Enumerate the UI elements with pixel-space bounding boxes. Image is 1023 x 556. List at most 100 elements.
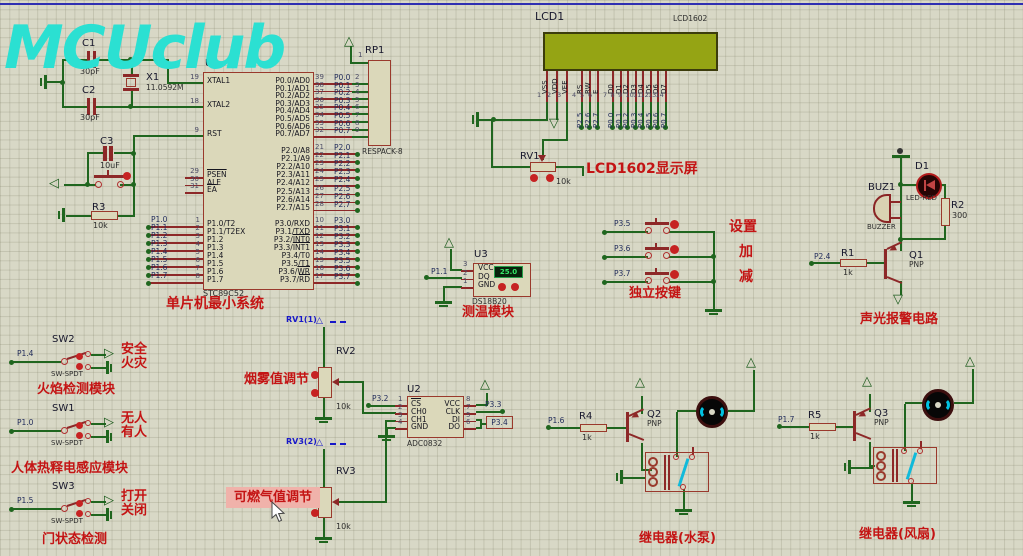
key-stem-icon (655, 268, 657, 272)
pot-rv1-body[interactable] (530, 162, 556, 172)
temp-decrease-button[interactable] (511, 283, 519, 291)
net-terminal-dot (355, 183, 360, 189)
net-terminal-dot (355, 167, 360, 173)
pot-rv3-value: 10k (336, 522, 351, 531)
led-ref: D1 (915, 161, 930, 172)
transistor-lead-icon (628, 433, 645, 441)
wire (866, 262, 886, 264)
net-terminal-dot (355, 159, 360, 165)
junction-dot (809, 261, 814, 266)
resistor-r2-body[interactable] (941, 198, 950, 226)
respack-ref: RP1 (365, 45, 385, 56)
switch-toggle-button (76, 363, 83, 370)
pin-name: EA (207, 185, 217, 194)
alarm-caption: 声光报警电路 (860, 312, 939, 327)
adc-part: ADC0832 (407, 439, 443, 448)
wire (338, 501, 386, 503)
rv2-decrease-button[interactable] (311, 389, 319, 397)
junction-dot (898, 237, 903, 242)
wire (64, 184, 96, 186)
wire (378, 435, 395, 438)
wire (911, 484, 913, 502)
net-label-p3-3: P3.3 (485, 400, 502, 409)
wire (901, 238, 946, 240)
pot-rv3-body[interactable] (318, 487, 332, 518)
net-label: P2.7 (334, 199, 351, 209)
net-label-p1-7: P1.7 (778, 415, 795, 424)
net-label-p3-2: P3.2 (372, 394, 389, 403)
wire (556, 166, 584, 168)
net-terminal-dot (355, 264, 360, 270)
wire (91, 436, 106, 438)
pot-rv1-value: 10k (556, 177, 571, 186)
junction-dot (546, 425, 551, 430)
net-label: P3.6 (614, 244, 631, 253)
key-stem-icon (655, 243, 657, 247)
wire (323, 327, 325, 368)
wire (669, 256, 715, 258)
net-label: P3.7 (614, 269, 631, 278)
respack-value: RESPACK-8 (362, 147, 403, 156)
switch-ref: SW2 (52, 334, 75, 345)
wire (323, 517, 325, 538)
wire (907, 505, 916, 507)
lcd-pin-number: 3 (557, 91, 562, 99)
switch-ref: SW3 (52, 481, 75, 492)
cap3-value: 10uF (100, 161, 120, 170)
resistor-r4-body[interactable] (580, 424, 607, 432)
rv2-increase-button[interactable] (311, 371, 319, 379)
pot-rv2-body[interactable] (318, 367, 332, 398)
net-label-p2-4: P2.4 (814, 252, 831, 261)
resistor-r5-body[interactable] (809, 423, 836, 431)
wire (439, 305, 448, 307)
lcd-caption: LCD1602显示屏 (586, 161, 698, 177)
lcd-pin-number: 2 (547, 91, 552, 99)
ground-bar-icon (106, 361, 109, 374)
net-terminal-dot (355, 232, 360, 238)
resistor-r4-value: 1k (582, 433, 592, 442)
transistor-q1-value: PNP (909, 260, 924, 269)
key-press-button (670, 270, 679, 279)
respack-body[interactable] (368, 60, 391, 146)
lcd-pin-name: VEE (561, 80, 569, 94)
wire (892, 155, 910, 158)
cap3-ref: C3 (100, 136, 114, 147)
key-function-label: 设置 (729, 219, 757, 235)
relay1-body[interactable] (645, 452, 709, 492)
wire (904, 404, 906, 451)
wire (352, 136, 368, 139)
pump-motor[interactable] (696, 396, 728, 428)
temp-increase-button[interactable] (498, 283, 506, 291)
wire (323, 449, 325, 488)
key-contact-icon (663, 227, 670, 234)
wire (675, 509, 692, 512)
buzzer-symbol[interactable] (873, 194, 891, 223)
switch-ref: SW1 (52, 403, 75, 414)
component-stroke (94, 175, 124, 178)
wire (616, 473, 618, 481)
wire (476, 112, 479, 127)
window-top-border (0, 3, 1023, 5)
wire (315, 417, 332, 420)
power-terminal-icon: △ (480, 377, 490, 392)
switch-state-bottom: 有人 (121, 425, 148, 440)
wire (350, 62, 369, 64)
resistor-r1-body[interactable] (840, 259, 867, 267)
mcu-caption: 单片机最小系统 (166, 296, 264, 312)
pin-number: 6 (466, 418, 471, 427)
key-function-label: 加 (739, 244, 753, 260)
wire (869, 442, 871, 467)
door-module-caption: 门状态检测 (42, 532, 108, 547)
wire (844, 463, 846, 471)
buzzer-ref: BUZ1 (868, 182, 896, 193)
wire (493, 166, 532, 168)
transistor-q3-value: PNP (874, 418, 889, 427)
switch-toggle-button (76, 432, 83, 439)
pin-name: RST (207, 129, 222, 138)
pot-rv3-ref: RV3 (336, 466, 356, 477)
fan-motor[interactable] (922, 389, 954, 421)
relay2-body[interactable] (873, 447, 937, 484)
wire (728, 410, 755, 412)
rv3-decrease-button[interactable] (311, 509, 319, 517)
schematic-canvas[interactable]: △ △ △ △ △ △ △ ▽ ▽ ◁ ▷ ▷ ▷ U1 STC89C52 单片机最小系统 RP1 RE… (0, 0, 1023, 556)
